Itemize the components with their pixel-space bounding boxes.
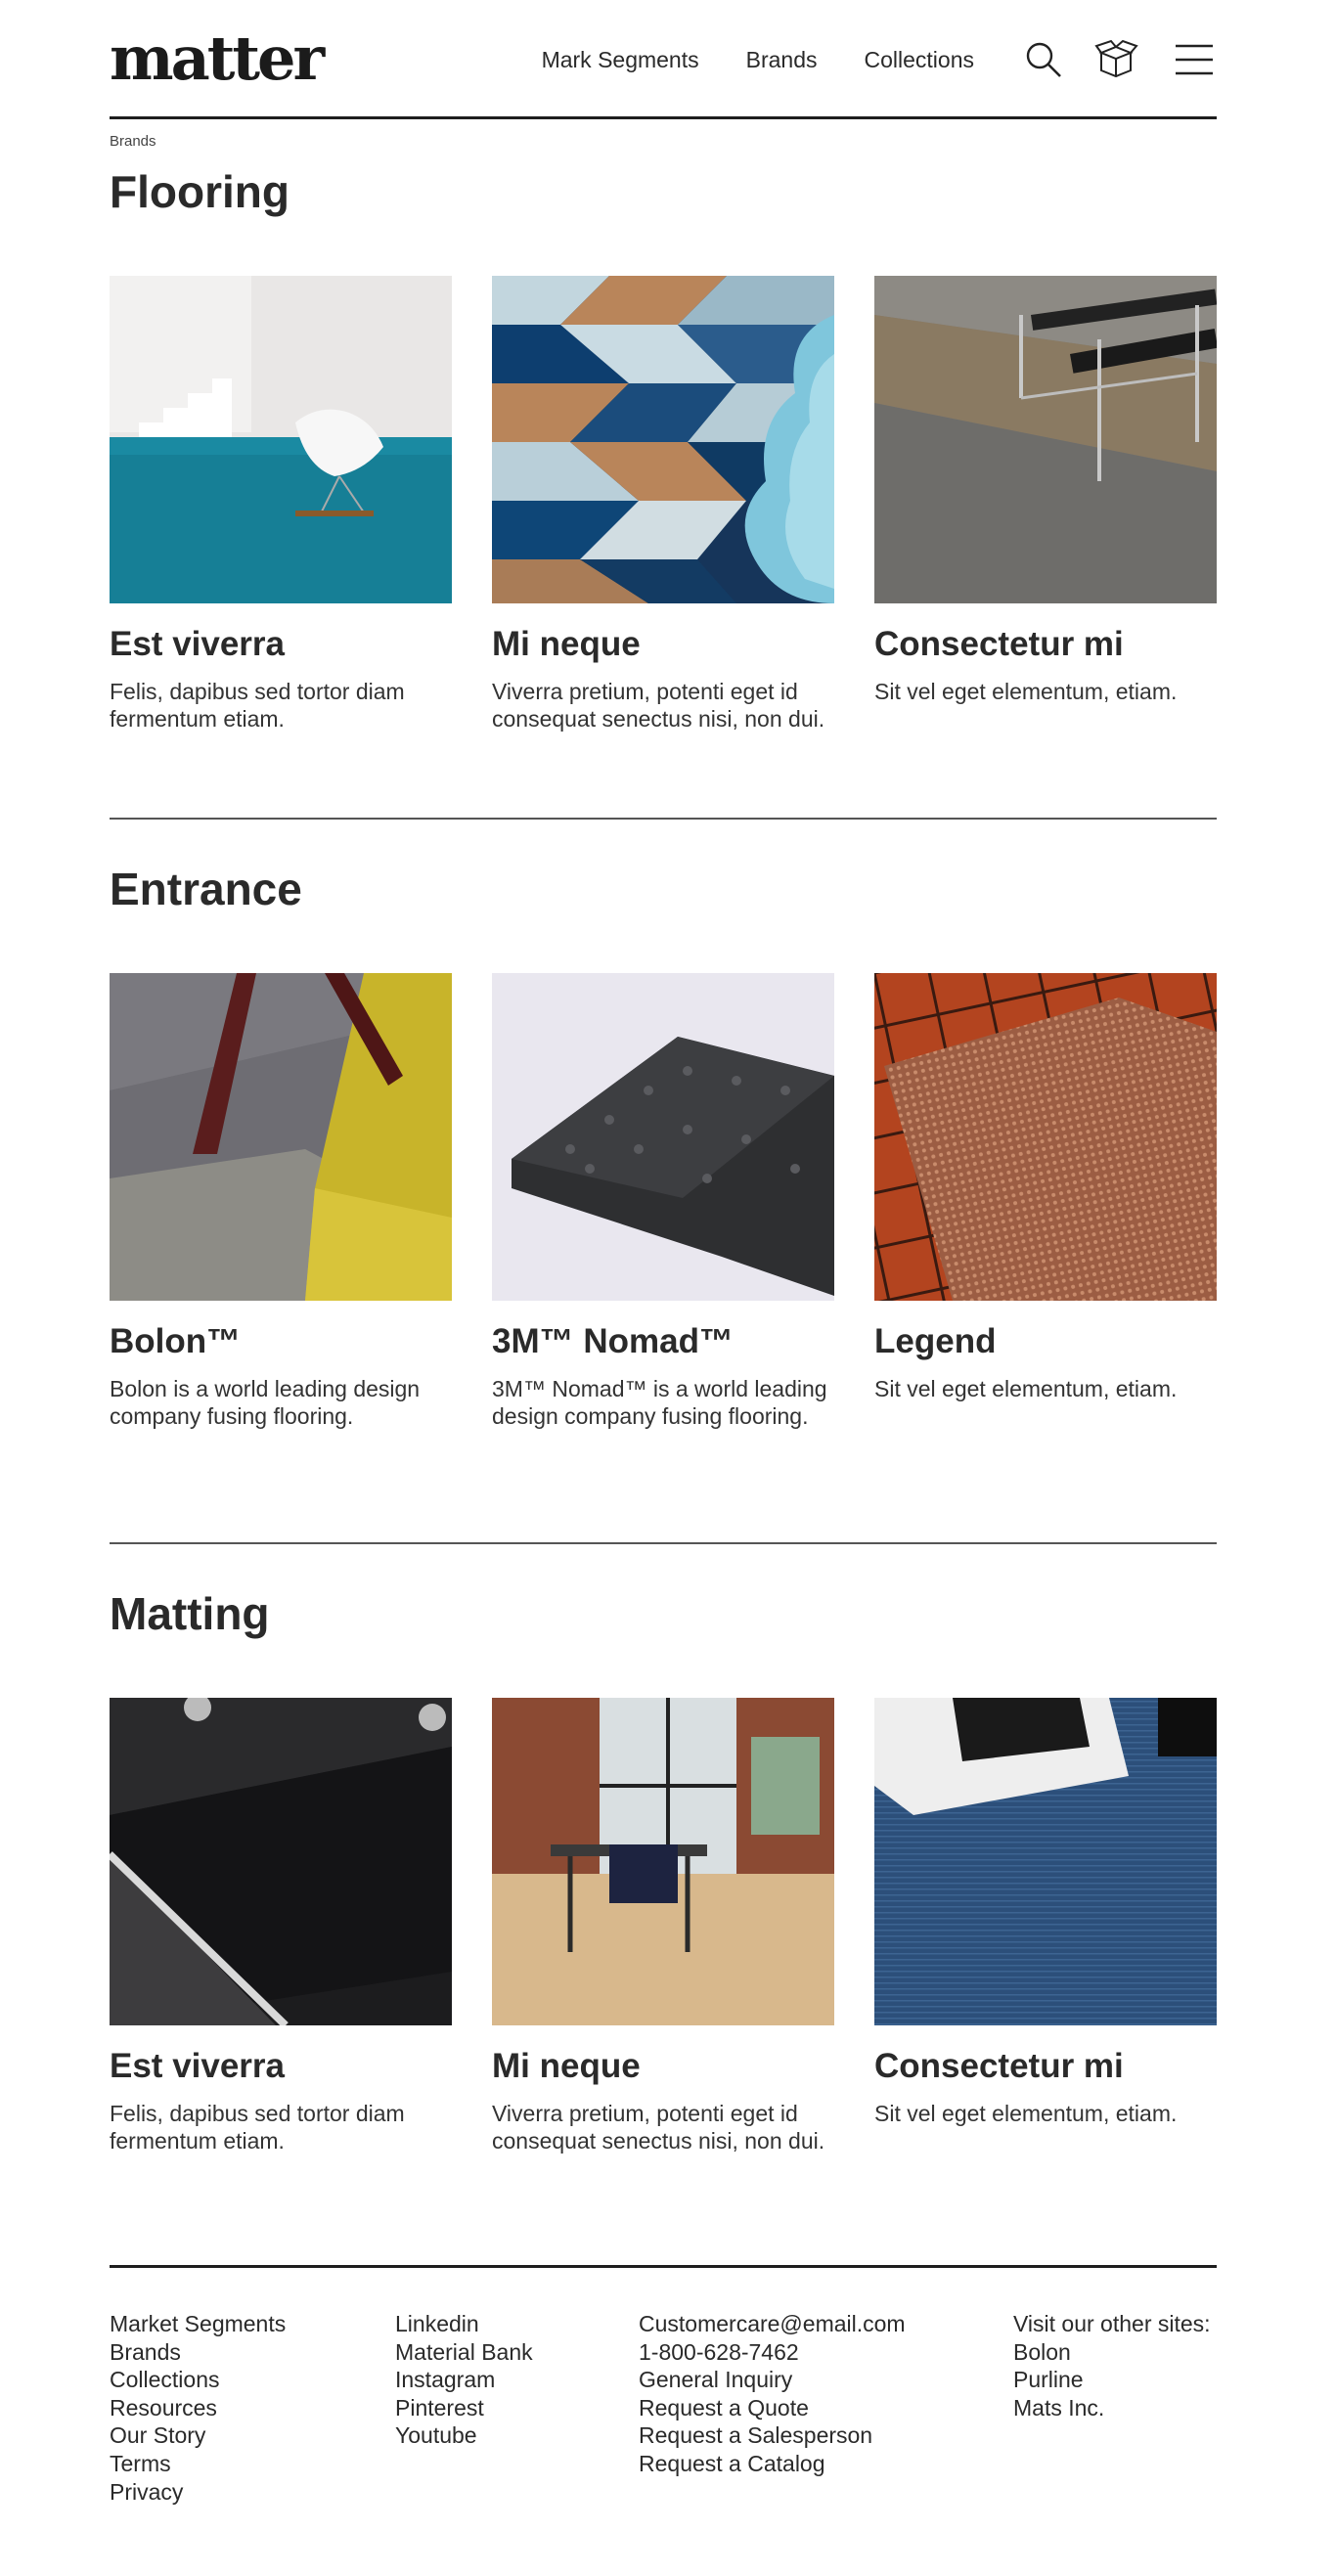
footer-other-sites-heading: Visit our other sites: — [1013, 2311, 1211, 2336]
page-container: matter Mark Segments Brands Collections — [110, 0, 1217, 2505]
product-image[interactable] — [492, 973, 834, 1301]
section-title: Flooring — [110, 166, 289, 217]
footer-link-youtube[interactable]: Youtube — [395, 2421, 533, 2450]
card-title[interactable]: Bolon™ — [110, 1320, 452, 1363]
footer-col-social: Linkedin Material Bank Instagram Pintere… — [395, 2310, 533, 2450]
footer-link-our-story[interactable]: Our Story — [110, 2421, 286, 2450]
product-card[interactable]: Consectetur mi Sit vel eget elementum, e… — [874, 1698, 1217, 2127]
product-image[interactable] — [110, 973, 452, 1301]
product-image[interactable] — [110, 1698, 452, 2025]
footer-divider — [110, 2265, 1217, 2268]
product-image[interactable] — [874, 276, 1217, 603]
product-image[interactable] — [874, 973, 1217, 1301]
card-title[interactable]: Consectetur mi — [874, 623, 1217, 666]
product-card[interactable]: Est viverra Felis, dapibus sed tortor di… — [110, 276, 452, 733]
section-divider — [110, 818, 1217, 820]
box-icon[interactable] — [1093, 37, 1138, 82]
card-title[interactable]: Mi neque — [492, 623, 834, 666]
product-card[interactable]: Bolon™ Bolon is a world leading design c… — [110, 973, 452, 1430]
product-card[interactable]: Legend Sit vel eget elementum, etiam. — [874, 973, 1217, 1402]
search-icon[interactable] — [1021, 37, 1066, 82]
nav-mark-segments[interactable]: Mark Segments — [542, 47, 699, 73]
product-card[interactable]: Mi neque Viverra pretium, potenti eget i… — [492, 276, 834, 733]
footer-link-material-bank[interactable]: Material Bank — [395, 2338, 533, 2367]
logo[interactable]: matter — [110, 23, 325, 94]
footer-link-phone[interactable]: 1-800-628-7462 — [639, 2338, 906, 2367]
footer-link-collections[interactable]: Collections — [110, 2366, 286, 2394]
site-header: matter Mark Segments Brands Collections — [110, 0, 1217, 119]
footer-link-purline[interactable]: Purline — [1013, 2366, 1211, 2394]
footer-link-email[interactable]: Customercare@email.com — [639, 2310, 906, 2338]
footer-link-linkedin[interactable]: Linkedin — [395, 2310, 533, 2338]
product-card[interactable]: Consectetur mi Sit vel eget elementum, e… — [874, 276, 1217, 705]
footer-link-general-inquiry[interactable]: General Inquiry — [639, 2366, 906, 2394]
nav-brands[interactable]: Brands — [746, 47, 818, 73]
card-description: Sit vel eget elementum, etiam. — [874, 1376, 1178, 1401]
breadcrumb[interactable]: Brands — [110, 133, 156, 150]
product-card[interactable]: 3M™ Nomad™ 3M™ Nomad™ is a world leading… — [492, 973, 834, 1430]
card-title[interactable]: Legend — [874, 1320, 1217, 1363]
card-description: Sit vel eget elementum, etiam. — [874, 2101, 1178, 2126]
footer-link-pinterest[interactable]: Pinterest — [395, 2394, 533, 2422]
card-description: Bolon is a world leading design company … — [110, 1376, 421, 1429]
footer-link-resources[interactable]: Resources — [110, 2394, 286, 2422]
card-title[interactable]: Est viverra — [110, 2045, 452, 2088]
nav-collections[interactable]: Collections — [865, 47, 975, 73]
main-nav: Mark Segments Brands Collections — [542, 29, 1217, 90]
card-description: Felis, dapibus sed tortor diam fermentum… — [110, 2101, 405, 2154]
product-card[interactable]: Mi neque Viverra pretium, potenti eget i… — [492, 1698, 834, 2154]
card-title[interactable]: 3M™ Nomad™ — [492, 1320, 834, 1363]
card-title[interactable]: Consectetur mi — [874, 2045, 1217, 2088]
card-description: Viverra pretium, potenti eget id consequ… — [492, 679, 825, 732]
footer-link-market-segments[interactable]: Market Segments — [110, 2310, 286, 2338]
footer-link-brands[interactable]: Brands — [110, 2338, 286, 2367]
footer-link-bolon[interactable]: Bolon — [1013, 2338, 1211, 2367]
footer-link-terms[interactable]: Terms — [110, 2450, 286, 2478]
menu-icon[interactable] — [1172, 37, 1217, 82]
footer-link-instagram[interactable]: Instagram — [395, 2366, 533, 2394]
footer-link-request-catalog[interactable]: Request a Catalog — [639, 2450, 906, 2478]
footer-link-request-quote[interactable]: Request a Quote — [639, 2394, 906, 2422]
product-image[interactable] — [492, 1698, 834, 2025]
section-title: Matting — [110, 1588, 270, 1639]
card-description: Sit vel eget elementum, etiam. — [874, 679, 1178, 704]
footer-link-mats-inc[interactable]: Mats Inc. — [1013, 2394, 1211, 2422]
card-title[interactable]: Mi neque — [492, 2045, 834, 2088]
footer-link-privacy[interactable]: Privacy — [110, 2478, 286, 2507]
footer-col-site: Market Segments Brands Collections Resou… — [110, 2310, 286, 2506]
product-image[interactable] — [874, 1698, 1217, 2025]
section-title: Entrance — [110, 864, 302, 914]
product-image[interactable] — [492, 276, 834, 603]
card-title[interactable]: Est viverra — [110, 623, 452, 666]
footer-col-contact: Customercare@email.com 1-800-628-7462 Ge… — [639, 2310, 906, 2478]
card-description: Felis, dapibus sed tortor diam fermentum… — [110, 679, 405, 732]
product-image[interactable] — [110, 276, 452, 603]
card-description: Viverra pretium, potenti eget id consequ… — [492, 2101, 825, 2154]
product-card[interactable]: Est viverra Felis, dapibus sed tortor di… — [110, 1698, 452, 2154]
footer-col-other-sites: Visit our other sites: Bolon Purline Mat… — [1013, 2310, 1211, 2421]
card-description: 3M™ Nomad™ is a world leading design com… — [492, 1376, 827, 1429]
footer-link-request-salesperson[interactable]: Request a Salesperson — [639, 2421, 906, 2450]
section-divider — [110, 1542, 1217, 1544]
